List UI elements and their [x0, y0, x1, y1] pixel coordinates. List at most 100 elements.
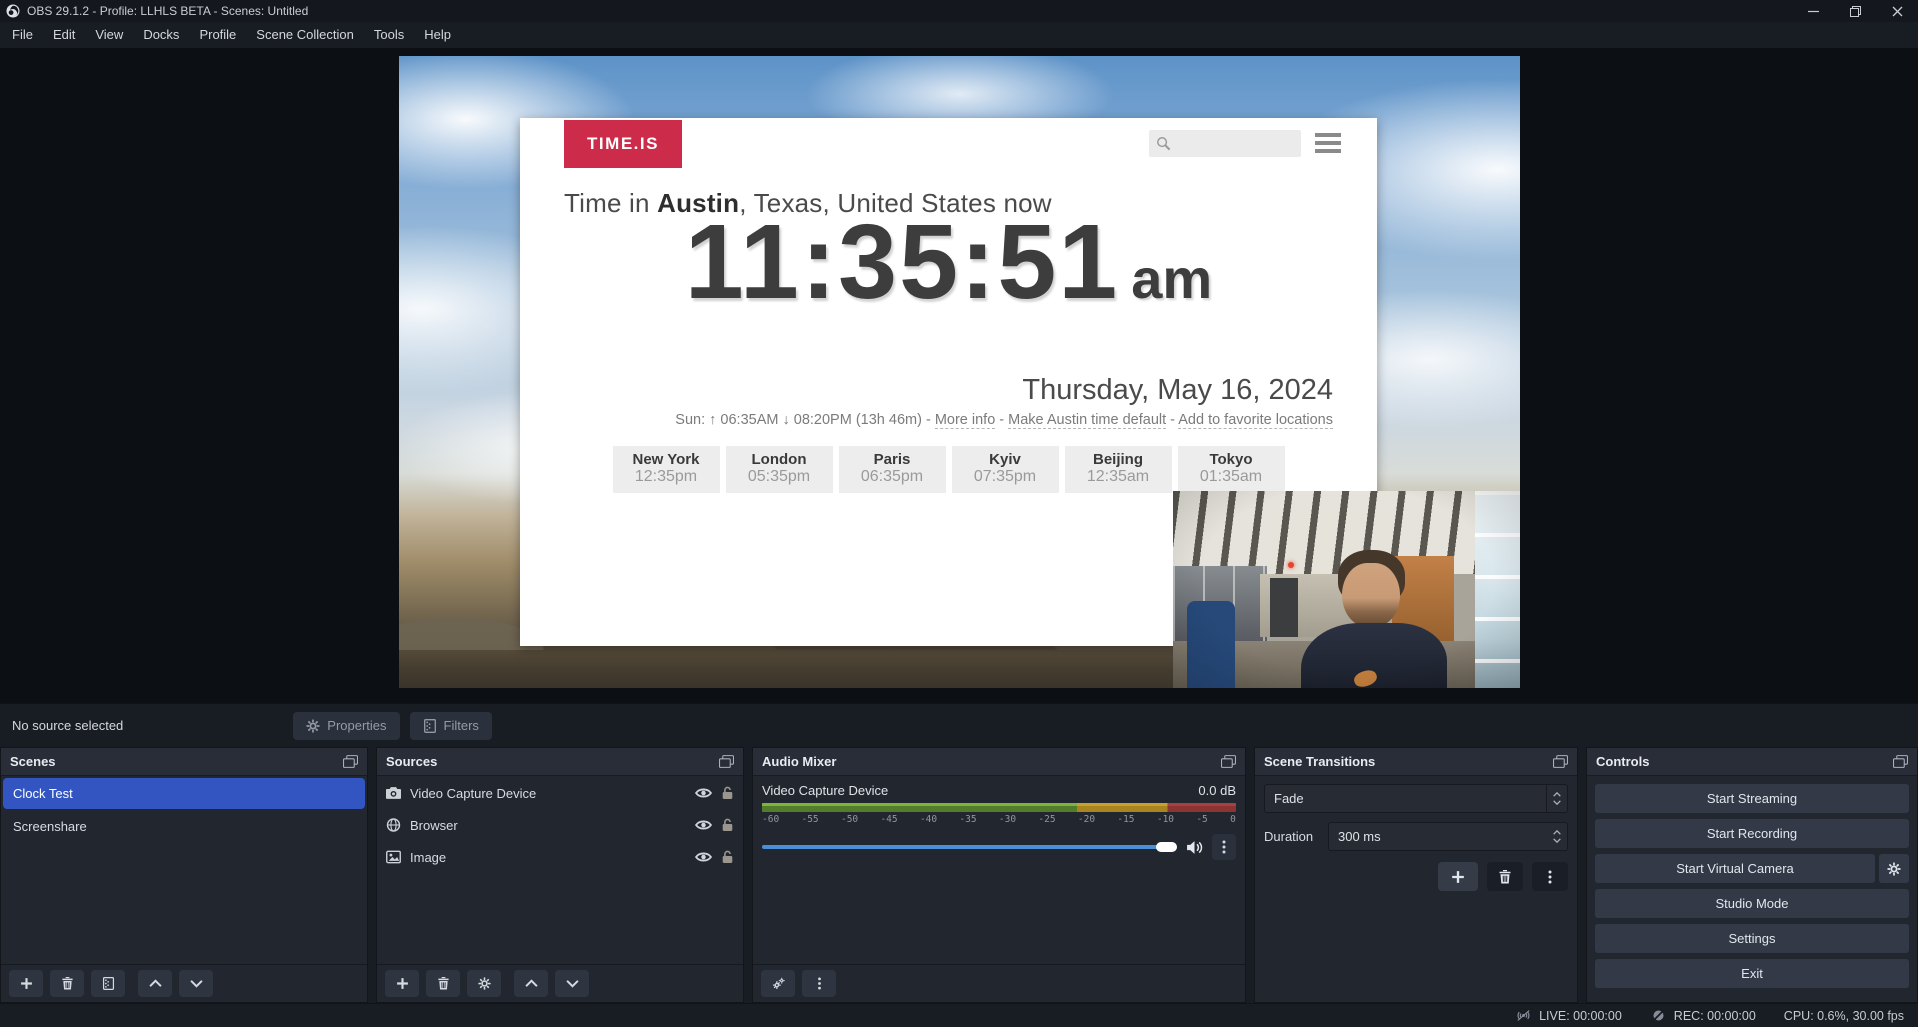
lock-icon[interactable] — [721, 850, 734, 864]
menu-file[interactable]: File — [2, 22, 43, 48]
trash-icon — [61, 977, 74, 990]
timeis-logo: TIME.IS — [564, 120, 682, 168]
volume-slider[interactable] — [762, 845, 1177, 849]
eye-visible-icon[interactable] — [695, 818, 712, 832]
scene-down-button[interactable] — [179, 970, 213, 997]
remove-transition-button[interactable] — [1487, 862, 1523, 891]
transition-select[interactable]: Fade — [1264, 784, 1568, 813]
preview-area: TIME.IS Time in Austin, Texas, United St… — [0, 48, 1918, 703]
remove-source-button[interactable] — [426, 970, 460, 997]
filters-button[interactable]: Filters — [410, 712, 492, 740]
scenes-panel-header[interactable]: Scenes — [1, 748, 367, 776]
menu-help[interactable]: Help — [414, 22, 461, 48]
minimize-button[interactable] — [1792, 0, 1834, 22]
duration-spinbox[interactable]: 300 ms — [1328, 822, 1568, 851]
trash-icon — [437, 977, 450, 990]
settings-button[interactable]: Settings — [1595, 924, 1909, 953]
gear-icon — [306, 719, 320, 733]
audio-mixer-panel-header[interactable]: Audio Mixer — [753, 748, 1245, 776]
scene-item-clock-test[interactable]: Clock Test — [3, 778, 365, 809]
menu-tools[interactable]: Tools — [364, 22, 414, 48]
globe-icon — [386, 818, 401, 832]
sources-title: Sources — [386, 754, 719, 769]
scene-up-button[interactable] — [138, 970, 172, 997]
plus-icon — [1451, 870, 1465, 884]
filters-icon — [102, 977, 115, 990]
transition-properties-button[interactable] — [1532, 862, 1568, 891]
source-properties-button[interactable] — [467, 970, 501, 997]
filters-icon — [423, 719, 437, 733]
image-icon — [386, 850, 401, 864]
exit-button[interactable]: Exit — [1595, 959, 1909, 988]
menu-view[interactable]: View — [85, 22, 133, 48]
lock-icon[interactable] — [721, 818, 734, 832]
menu-docks[interactable]: Docks — [133, 22, 189, 48]
preview-canvas[interactable]: TIME.IS Time in Austin, Texas, United St… — [399, 56, 1520, 688]
mixer-channel-menu-button[interactable] — [1212, 834, 1236, 860]
lock-icon[interactable] — [721, 786, 734, 800]
menu-scene-collection[interactable]: Scene Collection — [246, 22, 364, 48]
sources-toolbar — [377, 964, 743, 1002]
start-recording-button[interactable]: Start Recording — [1595, 819, 1909, 848]
source-up-button[interactable] — [514, 970, 548, 997]
window-title: OBS 29.1.2 - Profile: LLHLS BETA - Scene… — [27, 4, 308, 18]
dots-vertical-icon — [813, 977, 826, 990]
broadcast-off-icon — [1515, 1009, 1532, 1022]
plus-icon — [396, 977, 409, 990]
source-row-video-capture[interactable]: Video Capture Device — [377, 778, 743, 808]
studio-mode-button[interactable]: Studio Mode — [1595, 889, 1909, 918]
add-transition-button[interactable] — [1438, 862, 1478, 891]
virtual-camera-settings-button[interactable] — [1879, 854, 1909, 883]
dots-vertical-icon — [1543, 870, 1557, 884]
webcam-source-overlay[interactable] — [1173, 491, 1520, 688]
make-default-link: Make Austin time default — [1008, 412, 1166, 429]
speaker-icon[interactable] — [1186, 840, 1203, 855]
start-virtual-camera-button[interactable]: Start Virtual Camera — [1595, 854, 1875, 883]
advanced-audio-button[interactable] — [761, 970, 795, 997]
controls-title: Controls — [1596, 754, 1893, 769]
scenes-title: Scenes — [10, 754, 343, 769]
duration-label: Duration — [1264, 829, 1328, 844]
scenes-toolbar — [1, 964, 367, 1002]
scenes-panel: Scenes Clock Test Screenshare — [0, 747, 368, 1003]
transition-select-arrows[interactable] — [1546, 785, 1567, 812]
duration-spin-arrows[interactable] — [1546, 823, 1567, 850]
city-box: Tokyo01:35am — [1178, 446, 1285, 493]
eye-visible-icon[interactable] — [695, 850, 712, 864]
mixer-channel-name: Video Capture Device — [762, 783, 888, 798]
transitions-panel-header[interactable]: Scene Transitions — [1255, 748, 1577, 776]
trash-icon — [1498, 870, 1512, 884]
remove-scene-button[interactable] — [50, 970, 84, 997]
source-down-button[interactable] — [555, 970, 589, 997]
cpu-status: CPU: 0.6%, 30.00 fps — [1784, 1009, 1904, 1023]
date-text: Thursday, May 16, 2024 — [1022, 374, 1333, 407]
menu-profile[interactable]: Profile — [189, 22, 246, 48]
controls-panel-header[interactable]: Controls — [1587, 748, 1917, 776]
eye-visible-icon[interactable] — [695, 786, 712, 800]
scene-transitions-panel: Scene Transitions Fade Duration 300 ms — [1254, 747, 1578, 1003]
add-source-button[interactable] — [385, 970, 419, 997]
sources-panel-header[interactable]: Sources — [377, 748, 743, 776]
meter-tick-labels: -60-55-50-45-40-35-30-25-20-15-10-50 — [762, 814, 1236, 825]
volume-slider-handle[interactable] — [1156, 842, 1177, 852]
start-streaming-button[interactable]: Start Streaming — [1595, 784, 1909, 813]
add-scene-button[interactable] — [9, 970, 43, 997]
clock-display: 11:35:51 am — [520, 204, 1377, 321]
maximize-button[interactable] — [1834, 0, 1876, 22]
dock-float-icon — [719, 755, 734, 768]
transitions-body: Fade Duration 300 ms — [1255, 776, 1577, 1002]
controls-body: Start Streaming Start Recording Start Vi… — [1587, 776, 1917, 1002]
source-row-image[interactable]: Image — [377, 842, 743, 872]
dock-float-icon — [1893, 755, 1908, 768]
properties-button[interactable]: Properties — [293, 712, 399, 740]
city-box: London05:35pm — [726, 446, 833, 493]
chevron-up-icon — [1553, 792, 1561, 797]
scene-item-screenshare[interactable]: Screenshare — [3, 811, 365, 842]
transition-selected-value: Fade — [1265, 791, 1546, 806]
close-button[interactable] — [1876, 0, 1918, 22]
mixer-menu-button[interactable] — [802, 970, 836, 997]
volume-meter — [762, 803, 1236, 812]
scene-filters-button[interactable] — [91, 970, 125, 997]
source-row-browser[interactable]: Browser — [377, 810, 743, 840]
menu-edit[interactable]: Edit — [43, 22, 85, 48]
